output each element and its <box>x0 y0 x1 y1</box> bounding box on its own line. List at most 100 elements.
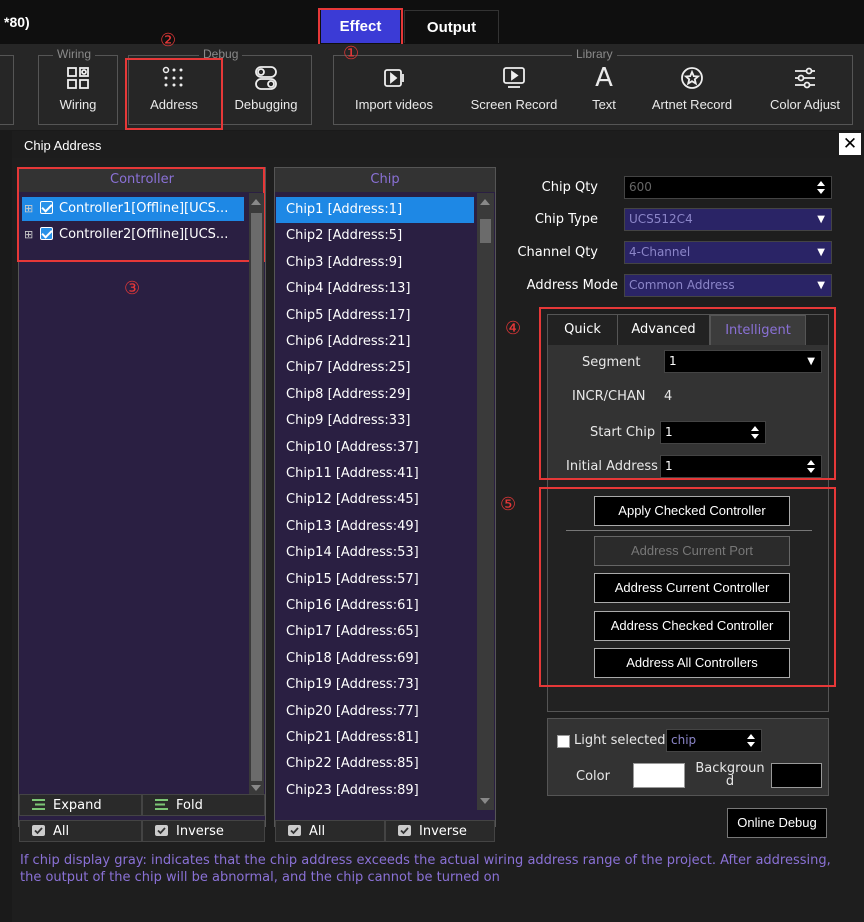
chip-row[interactable]: Chip15 [Address:57] <box>276 567 474 593</box>
chip-row[interactable]: Chip21 [Address:81] <box>276 725 474 751</box>
toolbar-left-stub <box>0 55 14 125</box>
controller-inverse-button[interactable]: Inverse <box>142 820 265 842</box>
chip-panel-header: Chip <box>275 168 495 192</box>
highlight-effect-tab <box>318 8 403 46</box>
wiring-button[interactable]: Wiring <box>44 60 112 122</box>
debugging-label: Debugging <box>234 97 298 112</box>
channel-qty-value: 4-Channel <box>629 245 691 259</box>
artnet-record-label: Artnet Record <box>651 97 733 112</box>
select-all-icon <box>288 822 301 836</box>
window-title-fragment: *80) <box>4 14 30 30</box>
group-wiring-title: Wiring <box>53 47 96 61</box>
scroll-up-icon[interactable] <box>251 199 261 205</box>
chip-row[interactable]: Chip14 [Address:53] <box>276 540 474 566</box>
annotation-4: ④ <box>505 318 522 339</box>
debugging-button[interactable]: Debugging <box>226 60 306 122</box>
dialog-title: Chip Address <box>24 138 102 153</box>
info-note: If chip display gray: indicates that the… <box>20 853 831 885</box>
chip-row[interactable]: Chip18 [Address:69] <box>276 646 474 672</box>
expand-button[interactable]: Expand <box>19 794 142 816</box>
light-selected-select[interactable]: chip <box>666 729 762 752</box>
address-mode-value: Common Address <box>629 278 735 292</box>
chip-inverse-button[interactable]: Inverse <box>385 820 495 842</box>
color-adjust-button[interactable]: Color Adjust <box>762 60 848 122</box>
chevron-down-icon: ▼ <box>817 247 825 258</box>
chip-row[interactable]: Chip5 [Address:17] <box>276 303 474 329</box>
highlight-controller-list <box>17 167 265 262</box>
scroll-down-icon[interactable] <box>251 785 261 791</box>
tab-output[interactable]: Output <box>404 10 499 43</box>
chevron-down-icon: ▼ <box>817 280 825 291</box>
chip-type-value: UCS512C4 <box>629 212 693 226</box>
scroll-up-icon[interactable] <box>480 199 490 205</box>
chip-row[interactable]: Chip12 [Address:45] <box>276 487 474 513</box>
chip-row[interactable]: Chip13 [Address:49] <box>276 514 474 540</box>
expand-label: Expand <box>53 798 102 813</box>
color-adjust-label: Color Adjust <box>769 97 841 112</box>
import-videos-label: Import videos <box>354 97 434 112</box>
text-label: Text <box>592 97 616 112</box>
controller-select-all-button[interactable]: All <box>19 820 142 842</box>
chip-scrollbar[interactable] <box>477 193 494 810</box>
address-mode-select[interactable]: Common Address ▼ <box>624 274 832 297</box>
chip-row[interactable]: Chip17 [Address:65] <box>276 619 474 645</box>
chip-row[interactable]: Chip4 [Address:13] <box>276 276 474 302</box>
chip-type-select[interactable]: UCS512C4 ▼ <box>624 208 832 231</box>
scroll-down-icon[interactable] <box>480 798 490 804</box>
chip-select-all-button[interactable]: All <box>275 820 385 842</box>
inverse-icon <box>155 822 168 836</box>
color-swatch[interactable] <box>633 763 685 788</box>
controller-scrollbar[interactable] <box>249 193 264 795</box>
chip-row[interactable]: Chip2 [Address:5] <box>276 223 474 249</box>
background-swatch[interactable] <box>771 763 822 788</box>
chip-row[interactable]: Chip19 [Address:73] <box>276 672 474 698</box>
fold-button[interactable]: Fold <box>142 794 265 816</box>
inverse-label: Inverse <box>176 824 224 839</box>
spinner-icon[interactable] <box>747 733 755 748</box>
import-videos-button[interactable]: Import videos <box>346 60 442 122</box>
chip-row[interactable]: Chip16 [Address:61] <box>276 593 474 619</box>
group-library-title: Library <box>572 47 617 61</box>
chip-row[interactable]: Chip10 [Address:37] <box>276 435 474 461</box>
inverse-label: Inverse <box>419 824 467 839</box>
chip-qty-value: 600 <box>629 180 652 194</box>
all-label: All <box>53 824 70 839</box>
channel-qty-select[interactable]: 4-Channel ▼ <box>624 241 832 264</box>
address-mode-label: Address Mode <box>526 278 618 293</box>
highlight-intelligent-settings <box>539 307 836 480</box>
chip-row[interactable]: Chip22 [Address:85] <box>276 751 474 777</box>
sliders-icon <box>791 65 819 91</box>
annotation-2: ② <box>160 30 177 51</box>
light-selected-checkbox[interactable] <box>557 735 570 748</box>
online-debug-button[interactable]: Online Debug <box>727 808 827 838</box>
dialog-titlebar <box>12 131 864 158</box>
fold-icon <box>155 796 168 810</box>
expand-icon <box>32 796 45 810</box>
chip-row[interactable]: Chip20 [Address:77] <box>276 699 474 725</box>
spinner-icon[interactable] <box>817 180 825 195</box>
chip-qty-input[interactable]: 600 <box>624 176 832 199</box>
chip-row[interactable]: Chip23 [Address:89] <box>276 778 474 804</box>
chip-qty-label: Chip Qty <box>541 180 598 195</box>
background-label: Backgroun d <box>695 761 765 789</box>
close-icon[interactable]: ✕ <box>839 133 861 155</box>
star-icon <box>678 65 706 91</box>
all-label: All <box>309 824 326 839</box>
chip-row[interactable]: Chip11 [Address:41] <box>276 461 474 487</box>
chip-row[interactable]: Chip7 [Address:25] <box>276 355 474 381</box>
chip-row[interactable]: Chip6 [Address:21] <box>276 329 474 355</box>
highlight-address-button <box>125 58 223 130</box>
annotation-3: ③ <box>124 278 141 299</box>
screen-record-button[interactable]: Screen Record <box>462 60 566 122</box>
screen-record-label: Screen Record <box>470 97 558 112</box>
artnet-record-button[interactable]: Artnet Record <box>644 60 740 122</box>
video-import-icon <box>380 65 408 91</box>
chip-row[interactable]: Chip3 [Address:9] <box>276 250 474 276</box>
chip-row[interactable]: Chip9 [Address:33] <box>276 408 474 434</box>
scroll-thumb[interactable] <box>251 213 262 781</box>
chip-row[interactable]: Chip1 [Address:1] <box>276 197 474 223</box>
text-button[interactable]: A Text <box>584 60 624 122</box>
chip-row[interactable]: Chip8 [Address:29] <box>276 382 474 408</box>
annotation-1: ① <box>343 43 360 64</box>
wiring-icon <box>64 65 92 91</box>
